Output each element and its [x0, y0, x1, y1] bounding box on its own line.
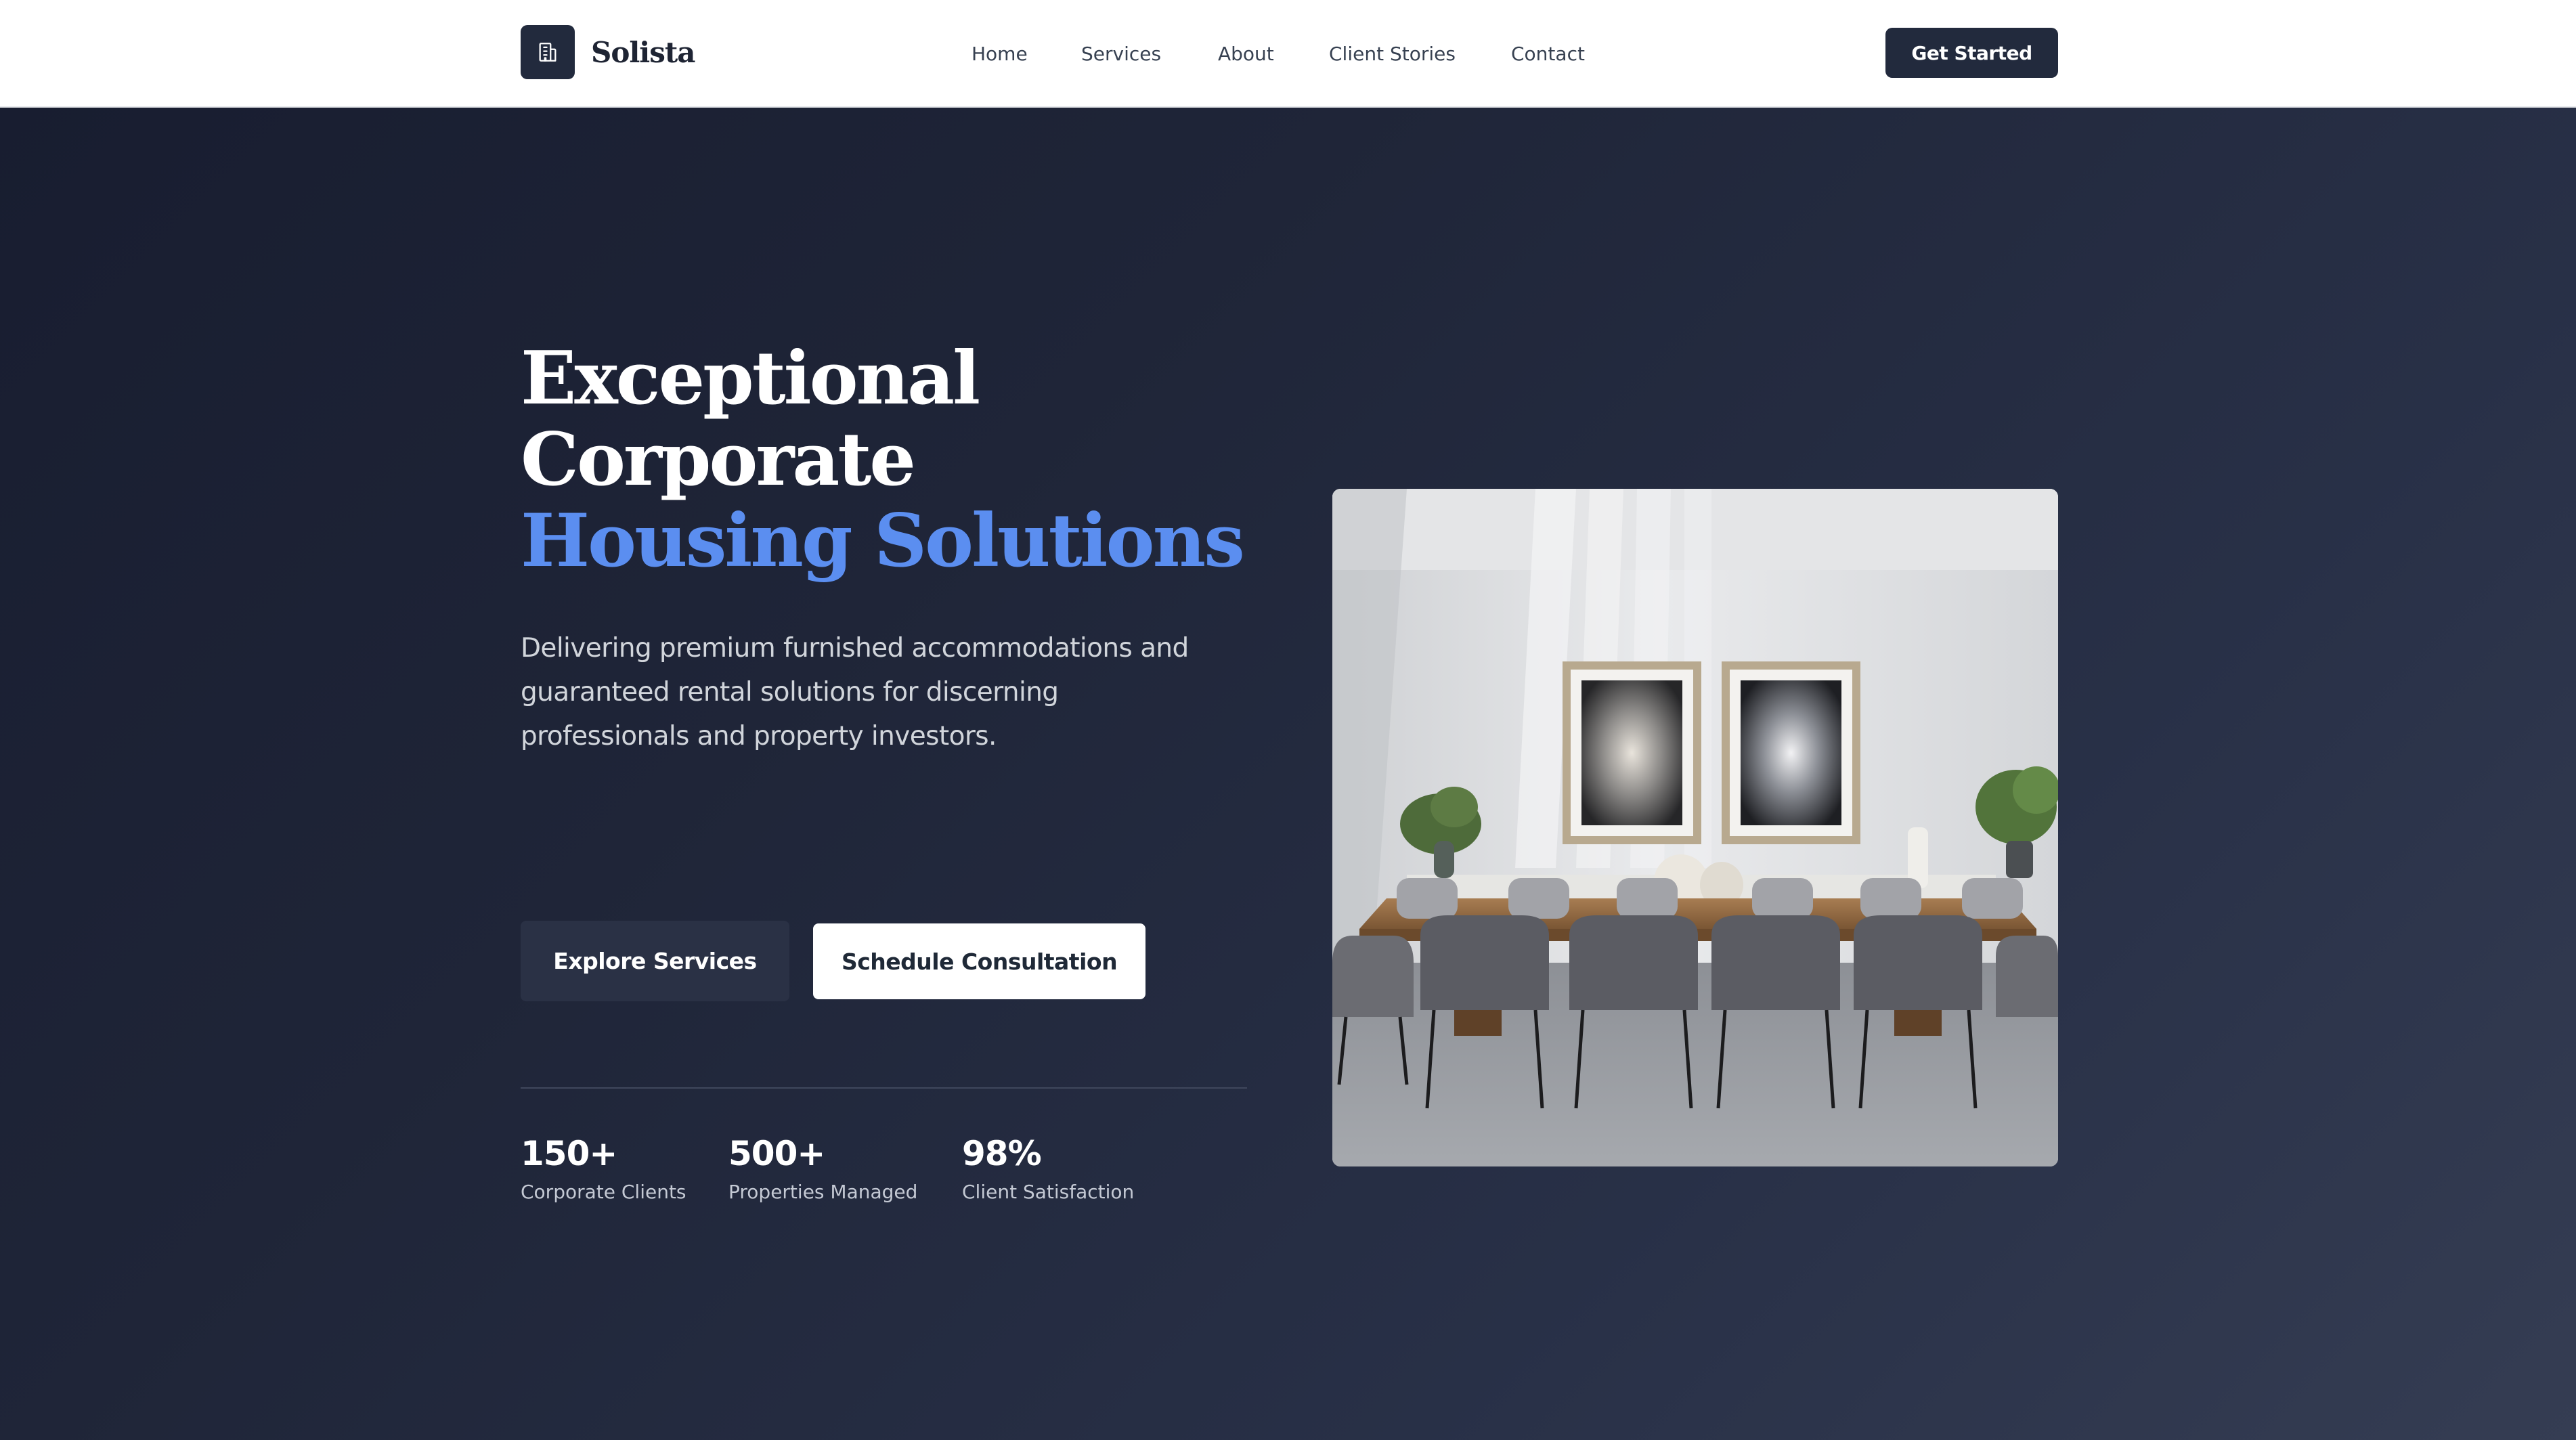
headline-line-1: Exceptional	[521, 336, 980, 421]
nav-item-home[interactable]: Home	[972, 37, 1028, 71]
nav-item-contact[interactable]: Contact	[1511, 37, 1585, 71]
hero-section: Exceptional Corporate Housing Solutions …	[0, 108, 2576, 1440]
schedule-consultation-button[interactable]: Schedule Consultation	[813, 923, 1145, 999]
get-started-button[interactable]: Get Started	[1885, 28, 2058, 78]
stat-value: 150+	[521, 1134, 617, 1173]
building-icon[interactable]	[521, 25, 575, 79]
stat-label: Properties Managed	[728, 1181, 918, 1203]
nav-item-services[interactable]: Services	[1081, 37, 1161, 71]
stat-label: Corporate Clients	[521, 1181, 686, 1203]
headline-accent: Housing Solutions	[521, 498, 1245, 584]
hero-image-dining-room	[1332, 489, 2058, 1166]
stats-divider	[521, 1087, 1247, 1089]
nav-item-about[interactable]: About	[1218, 37, 1274, 71]
stat-value: 500+	[728, 1134, 825, 1173]
stat-client-satisfaction: 98% Client Satisfaction	[962, 1130, 1134, 1207]
hero-subtitle: Delivering premium furnished accommodati…	[521, 633, 1189, 751]
nav-item-client-stories[interactable]: Client Stories	[1329, 37, 1456, 71]
brand-name[interactable]: Solista	[591, 32, 696, 73]
landing-page: Solista Home Services About Client Stori…	[0, 0, 2576, 1440]
stat-corporate-clients: 150+ Corporate Clients	[521, 1130, 686, 1207]
stat-value: 98%	[962, 1134, 1042, 1173]
explore-services-button[interactable]: Explore Services	[521, 921, 789, 1001]
headline-line-2: Corporate	[521, 417, 916, 502]
stat-properties-managed: 500+ Properties Managed	[728, 1130, 917, 1207]
stat-label: Client Satisfaction	[962, 1181, 1135, 1203]
hero-headline: Exceptional Corporate Housing Solutions	[521, 336, 1245, 584]
site-header: Solista Home Services About Client Stori…	[0, 0, 2576, 108]
